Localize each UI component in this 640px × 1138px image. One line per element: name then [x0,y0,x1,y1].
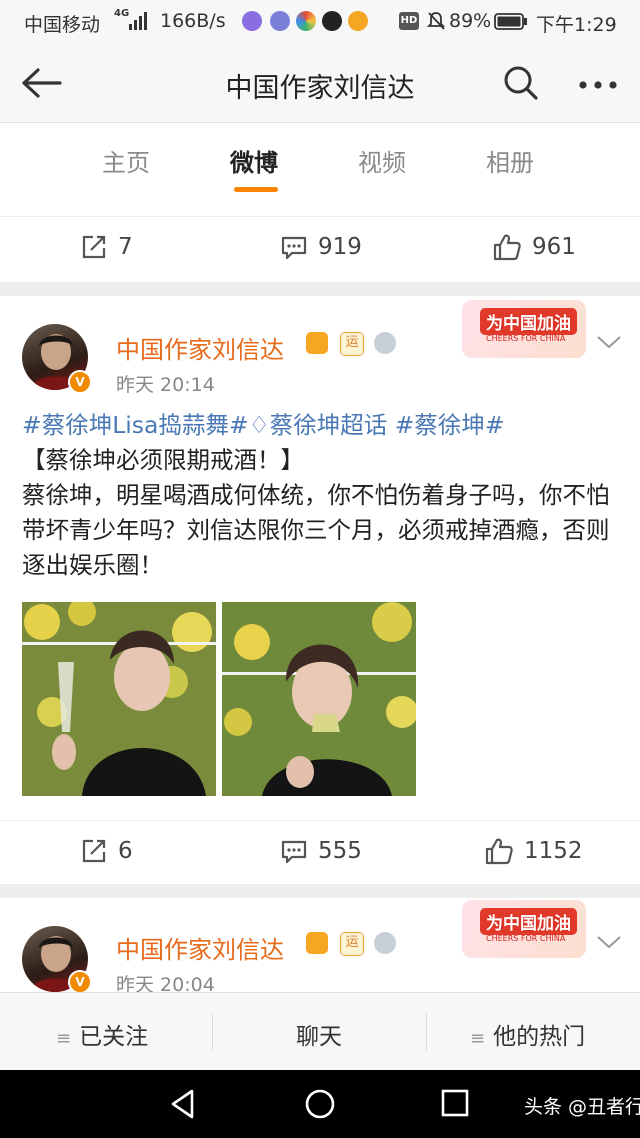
repost-button[interactable]: 6 [80,835,133,867]
post-username[interactable]: 中国作家刘信达 [116,930,284,965]
page-title: 中国作家刘信达 [225,73,415,104]
profile-bottom-bar: ≡ 已关注 聊天 ≡ 他的热门 [0,992,640,1071]
back-triangle-icon[interactable] [168,1088,198,1124]
like-count: 1152 [524,838,583,864]
app-notification-icon [270,11,290,31]
menu-lines-icon: ≡ [470,1028,486,1049]
chat-button[interactable]: 聊天 [296,1017,342,1051]
post-photo[interactable] [22,602,216,796]
tiktok-icon [322,11,342,31]
verified-badge: V [68,370,92,394]
battery-percent: 89% [449,10,492,32]
post-actions: 7 919 961 [0,216,640,279]
repost-icon [82,235,106,259]
system-nav-bar: 头条 @丑者行 [0,1070,640,1138]
post-username[interactable]: 中国作家刘信达 [116,330,284,365]
repost-button[interactable]: 7 [80,231,133,263]
medal-icon [374,932,396,954]
followed-label: 已关注 [79,1024,149,1050]
repost-icon [82,839,106,863]
like-button[interactable]: 961 [492,231,576,263]
like-button[interactable]: 1152 [484,835,583,867]
cheer-sublabel: CHEERS FOR CHINA [486,934,566,943]
post-time: 昨天 20:14 [116,374,215,396]
signal-icon [128,12,148,34]
cheer-for-china-badge: 为中国加油 CHEERS FOR CHINA [462,900,586,958]
cheer-label: 为中国加油 [480,308,577,335]
recent-apps-square-icon[interactable] [440,1088,470,1122]
cheer-label: 为中国加油 [480,908,577,935]
yun-badge: 运 [340,332,364,356]
post-actions: 6 555 1152 [0,820,640,883]
watermark: 头条 @丑者行 [524,1096,640,1118]
thumbs-up-icon [493,234,521,261]
repost-count: 7 [118,234,133,260]
cheer-for-china-badge: 为中国加油 CHEERS FOR CHINA [462,300,586,358]
app-notification-icon [242,11,262,31]
crown-icon [306,932,328,954]
clock: 下午1:29 [536,14,617,36]
tab-weibo[interactable]: 微博 [230,143,278,178]
verified-badge: V [68,970,92,992]
network-type: 4G [114,8,130,19]
diamond-icon: ♢ [248,411,270,439]
app-notification-icon [348,11,368,31]
tab-video[interactable]: 视频 [358,143,406,178]
comment-button[interactable]: 555 [280,835,362,867]
mute-bell-icon [426,11,446,35]
like-count: 961 [532,234,576,260]
repost-count: 6 [118,838,133,864]
yun-badge: 运 [340,932,364,956]
weibo-post: V 中国作家刘信达 运 昨天 20:04 为中国加油 CHEERS FOR CH… [0,898,640,992]
weibo-post: V 中国作家刘信达 运 昨天 20:14 为中国加油 CHEERS FOR CH… [0,296,640,884]
comment-icon [281,236,307,260]
hashtag-link[interactable]: #蔡徐坤Lisa捣蒜舞# [22,411,249,439]
status-bar: 中国移动 4G 166B/s HD 89% 下午1:29 [0,0,640,44]
cheer-sublabel: CHEERS FOR CHINA [486,334,566,343]
chevron-down-icon[interactable] [596,334,622,354]
top-nav-bar: 中国作家刘信达 [0,44,640,122]
post-headline: 【蔡徐坤必须限期戒酒！】 [22,446,304,474]
post-content: 蔡徐坤，明星喝酒成何体统，你不怕伤着身子吗，你不怕带坏青少年吗？刘信达限你三个月… [22,481,610,579]
more-options-icon[interactable] [578,76,620,95]
post-body: #蔡徐坤Lisa捣蒜舞#♢蔡徐坤超话 #蔡徐坤# 【蔡徐坤必须限期戒酒！】 蔡徐… [22,408,622,583]
comment-button[interactable]: 919 [280,231,362,263]
chevron-down-icon[interactable] [596,934,622,954]
post-time: 昨天 20:04 [116,974,215,992]
previous-post-card: 7 919 961 [0,198,640,282]
thumbs-up-icon [485,838,513,865]
supertopic-link[interactable]: 蔡徐坤超话 [270,411,388,439]
comment-count: 919 [318,234,362,260]
battery-icon [494,13,528,34]
tab-album[interactable]: 相册 [486,143,534,178]
hashtag-link[interactable]: #蔡徐坤# [395,411,505,439]
post-photo[interactable] [222,602,416,796]
hd-icon: HD [399,12,419,30]
comment-icon [281,840,307,864]
divider [426,1013,427,1051]
app-notification-icon [296,11,316,31]
tab-home[interactable]: 主页 [102,143,150,178]
comment-count: 555 [318,838,362,864]
menu-lines-icon: ≡ [56,1028,72,1049]
network-speed: 166B/s [160,10,226,32]
home-circle-icon[interactable] [304,1088,336,1124]
carrier-label: 中国移动 [24,14,101,36]
followed-button[interactable]: ≡ 已关注 [56,1017,148,1051]
active-tab-indicator [234,187,278,192]
medal-icon [374,332,396,354]
hot-posts-label: 他的热门 [493,1024,586,1050]
search-icon[interactable] [502,64,540,106]
crown-icon [306,332,328,354]
divider [212,1013,213,1051]
hot-posts-button[interactable]: ≡ 他的热门 [470,1017,585,1051]
profile-tabs: 主页 微博 视频 相册 [0,122,640,199]
